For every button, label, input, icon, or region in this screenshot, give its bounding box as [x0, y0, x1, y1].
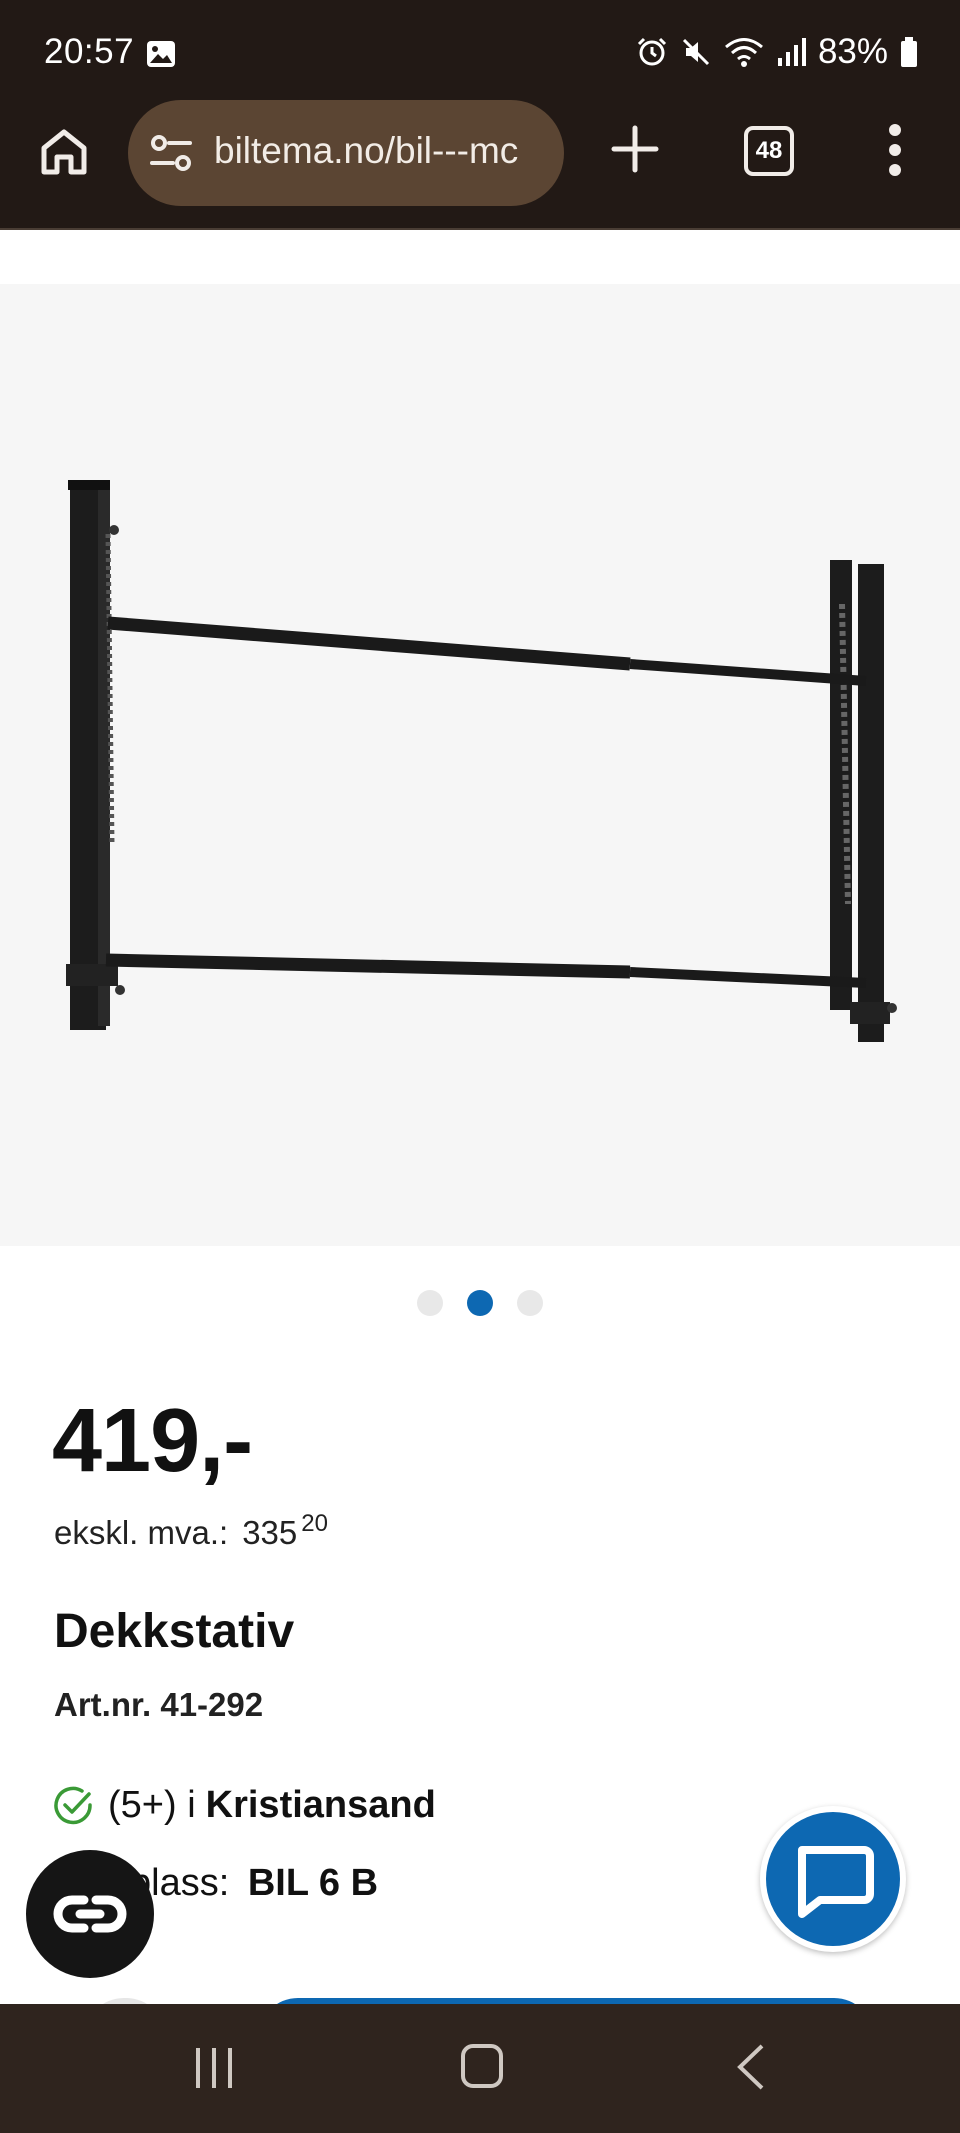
vat-label: ekskl. mva.:: [54, 1514, 229, 1551]
status-bar: 20:57 83%: [0, 0, 960, 100]
product-image[interactable]: [0, 284, 960, 1246]
home-nav-icon[interactable]: [460, 2042, 504, 2090]
status-icons: 83%: [636, 32, 918, 72]
new-tab-icon[interactable]: [610, 124, 660, 174]
product-image-carousel[interactable]: [0, 284, 960, 1246]
wifi-icon: [724, 38, 763, 67]
vat-value: 335: [242, 1514, 298, 1551]
stock-status[interactable]: (5+) i Kristiansand: [52, 1784, 436, 1827]
chat-button[interactable]: [760, 1806, 906, 1952]
carousel-dot[interactable]: [517, 1290, 544, 1316]
more-icon[interactable]: [888, 124, 902, 176]
recent-apps-icon[interactable]: [192, 2046, 236, 2090]
carousel-dot-active[interactable]: [467, 1290, 493, 1316]
product-price: 419,-: [52, 1391, 253, 1491]
battery-percent: 83%: [817, 32, 888, 71]
back-icon[interactable]: [736, 2044, 766, 2090]
shelf-location: plass: BIL 6 B: [130, 1862, 378, 1905]
url-text[interactable]: biltema.no/bil---mc: [214, 130, 554, 176]
signal-icon: [777, 38, 806, 66]
accessibility-button[interactable]: [26, 1850, 154, 1978]
stock-count: (5+) i: [108, 1784, 196, 1826]
system-navigation-bar: [0, 2004, 960, 2133]
status-time: 20:57: [44, 32, 135, 71]
tab-switcher-button[interactable]: 48: [744, 126, 794, 176]
stock-store[interactable]: Kristiansand: [206, 1784, 436, 1827]
mute-icon: [682, 38, 709, 66]
alarm-icon: [637, 37, 666, 66]
link-icon: [53, 1895, 127, 1933]
article-number: Art.nr. 41-292: [54, 1686, 264, 1723]
price-excl-vat: ekskl. mva.: 335 20: [54, 1510, 328, 1552]
shelf-value: BIL 6 B: [247, 1862, 379, 1904]
carousel-dot[interactable]: [416, 1290, 443, 1316]
chat-button-inner[interactable]: [766, 1812, 900, 1946]
battery-icon: [901, 37, 917, 67]
vat-decimals: 20: [301, 1510, 328, 1537]
address-bar[interactable]: biltema.no/bil---mc: [128, 100, 564, 206]
chat-icon: [798, 1846, 874, 1918]
home-icon[interactable]: [38, 126, 90, 178]
check-circle-icon: [54, 1786, 92, 1824]
gallery-icon: [147, 41, 175, 67]
browser-toolbar: biltema.no/bil---mc 48: [0, 100, 960, 230]
carousel-indicator: [0, 1290, 960, 1320]
product-title: Dekkstativ: [54, 1605, 295, 1658]
site-settings-icon[interactable]: [150, 134, 192, 172]
